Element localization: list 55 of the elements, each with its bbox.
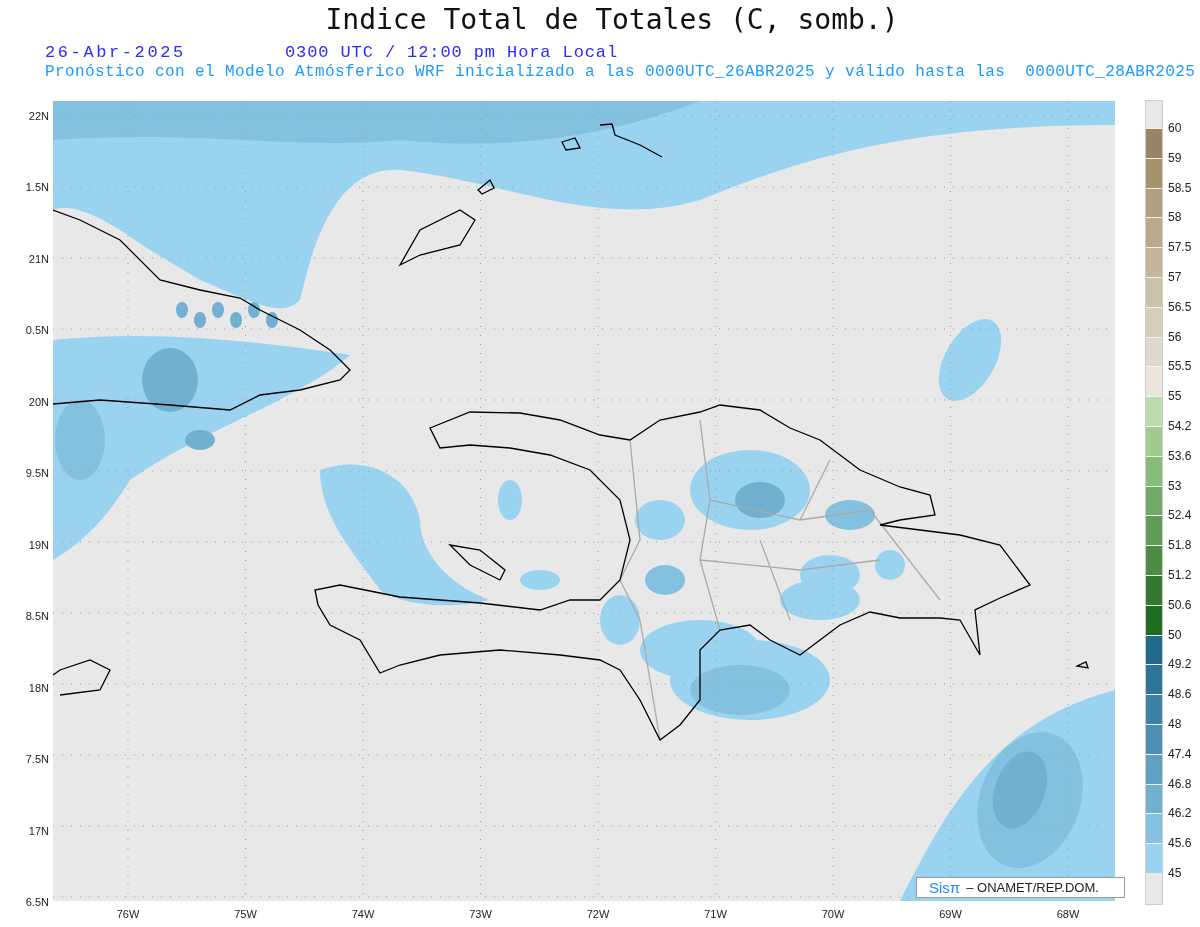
longitude-label: 76W (115, 907, 141, 922)
forecast-date: 26-Abr-2025 (45, 42, 187, 62)
latitude-label: 18N (28, 680, 49, 695)
scale-label: 48.6 (1168, 686, 1193, 704)
scale-label: 54.2 (1168, 417, 1193, 435)
longitude-label: 71W (703, 907, 728, 922)
scale-label: 57.5 (1168, 239, 1193, 257)
scale-label: 53 (1168, 477, 1183, 495)
scale-label: 56 (1168, 328, 1183, 346)
scale-label: 50 (1168, 626, 1183, 644)
longitude-label: 74W (350, 907, 376, 922)
scale-end-swatch (1146, 101, 1162, 128)
forecast-subtitle: Pronóstico con el Modelo Atmósferico WRF inicializado a las 0000UTC_26ABR2025 y válido hasta las 0000UTC_28ABR2025 (44, 63, 1197, 81)
scale-label: 50.6 (1168, 596, 1193, 614)
scale-label: 45.6 (1168, 835, 1193, 853)
longitude-label: 69W (938, 907, 963, 922)
scale-label: 59 (1168, 149, 1183, 167)
longitude-label: 75W (233, 907, 258, 922)
longitude-label: 70W (820, 907, 846, 922)
brand-logo: Sisπ (929, 879, 961, 896)
scale-label: 51.8 (1168, 537, 1193, 555)
scale-label: 45 (1168, 864, 1183, 882)
credit-text: – ONAMET/REP.DOM. (966, 880, 1099, 895)
longitude-label: 72W (585, 907, 611, 922)
latitude-label: 21N (28, 251, 49, 266)
latitude-label: 19N (28, 537, 49, 552)
latitude-label: 7.5N (25, 752, 49, 767)
scale-label: 51.2 (1168, 566, 1193, 584)
scale-label: 55.5 (1168, 358, 1193, 376)
scale-label: 56.5 (1168, 298, 1193, 316)
scale-label: 53.6 (1168, 447, 1193, 465)
latitude-label: 1.5N (25, 180, 49, 195)
scale-label: 46.2 (1168, 805, 1193, 823)
scale-label: 60 (1168, 120, 1183, 137)
scale-label: 58 (1168, 209, 1183, 227)
scale-label: 46.8 (1168, 775, 1193, 793)
scale-label: 47.4 (1168, 745, 1193, 763)
scale-label: 52.4 (1168, 507, 1193, 525)
chart-title: Indice Total de Totales (C, somb.) (324, 2, 900, 38)
longitude-label: 73W (468, 907, 493, 922)
latitude-label: 0.5N (25, 323, 49, 338)
scale-label: 49.2 (1168, 656, 1193, 674)
latitude-label: 6.5N (25, 895, 49, 909)
latitude-label: 17N (28, 823, 49, 838)
scale-end-swatch (1146, 872, 1162, 904)
latitude-label: 8.5N (25, 609, 49, 624)
scale-label: 57 (1168, 269, 1183, 286)
longitude-label: 68W (1055, 907, 1081, 922)
latitude-label: 20N (28, 394, 49, 409)
latitude-label: 9.5N (25, 466, 49, 481)
scale-label: 48 (1168, 715, 1183, 733)
scale-label: 58.5 (1168, 179, 1193, 197)
scale-label: 55 (1168, 388, 1183, 406)
latitude-label: 22N (28, 109, 49, 123)
forecast-time: 0300 UTC / 12:00 pm Hora Local (285, 42, 619, 62)
